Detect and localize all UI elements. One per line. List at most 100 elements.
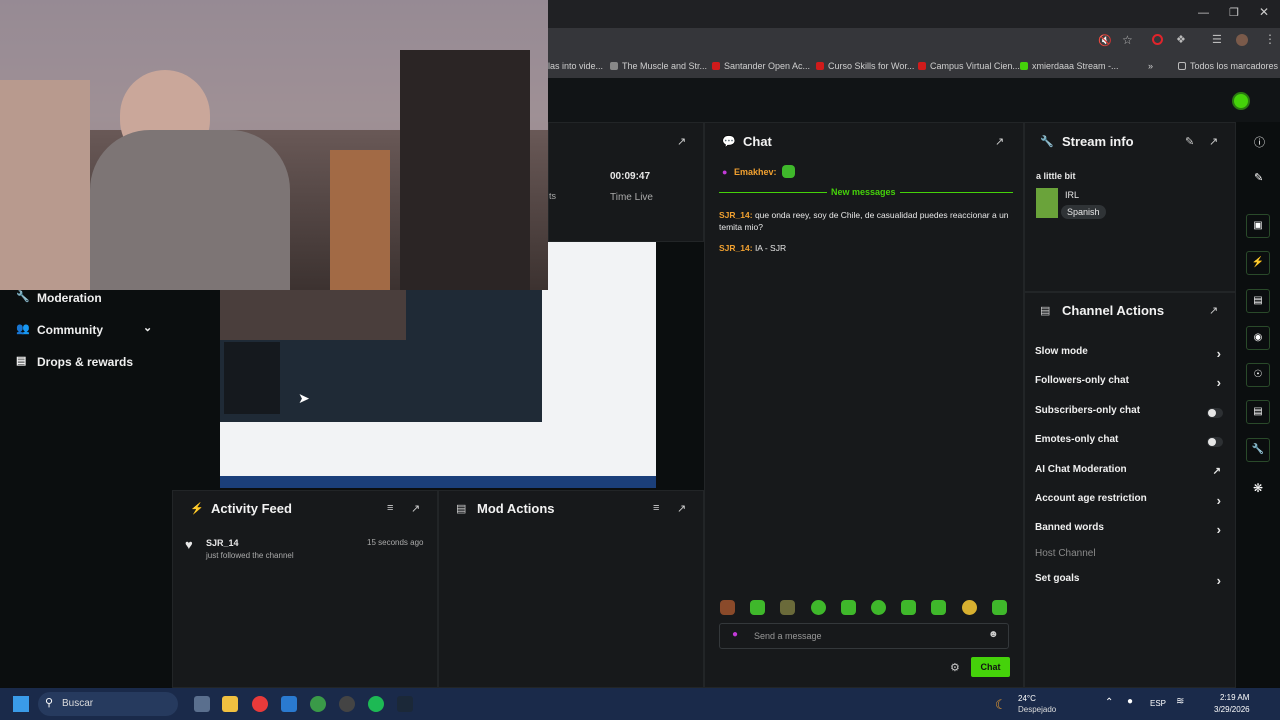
popout-icon[interactable]: ↗ [411, 502, 420, 515]
emote-icon[interactable] [931, 600, 946, 615]
edit-pencil-icon[interactable]: ✎ [1185, 135, 1194, 148]
bookmark-item[interactable]: Curso Skills for Wor... [816, 61, 914, 71]
search-icon: ⚲ [45, 697, 54, 709]
filter-icon[interactable]: ≡ [653, 502, 659, 514]
filter-icon[interactable]: ≡ [387, 502, 393, 514]
action-slow-mode[interactable]: Slow mode › [1035, 346, 1225, 366]
action-account-age[interactable]: Account age restriction › [1035, 493, 1225, 513]
all-bookmarks-link[interactable]: Todos los marcadores [1178, 61, 1278, 71]
language-tag[interactable]: Spanish [1061, 205, 1106, 219]
weather-temp[interactable]: 24°C [1018, 694, 1036, 703]
emote-icon[interactable] [962, 600, 977, 615]
file-explorer-icon[interactable] [222, 696, 238, 712]
layout-icon[interactable]: ▤ [1246, 400, 1270, 424]
document-icon[interactable]: ▤ [1246, 289, 1270, 313]
obs-icon[interactable] [339, 696, 355, 712]
taskview-icon[interactable] [194, 696, 210, 712]
wifi-icon[interactable]: ≋ [1176, 696, 1184, 707]
address-bar[interactable]: 🔇 ☆ ❖ ☰ ⋮ [548, 28, 1280, 56]
vscode-icon[interactable] [281, 696, 297, 712]
emote-icon[interactable] [871, 600, 886, 615]
nested-screen: ➤ [220, 290, 542, 422]
opera-icon[interactable] [1152, 34, 1163, 45]
popout-icon[interactable]: ↗ [677, 502, 686, 515]
sidebar-item-community[interactable]: 👥 Community ⌄ [0, 320, 170, 342]
close-icon[interactable]: ✕ [1259, 5, 1269, 19]
emote-icon[interactable] [720, 600, 735, 615]
chevron-up-icon[interactable]: ⌃ [1105, 697, 1113, 708]
emote-icon[interactable] [841, 600, 856, 615]
chat-title: Chat [743, 134, 772, 149]
popout-icon[interactable]: ↗ [1209, 135, 1218, 148]
chat-input[interactable]: ● Send a message ☻ [719, 623, 1009, 649]
sidebar-item-moderation[interactable]: 🔧 Moderation [0, 288, 170, 310]
clock-time[interactable]: 2:19 AM [1220, 693, 1249, 702]
mute-icon[interactable]: 🔇 [1098, 34, 1112, 47]
user-avatar[interactable] [1232, 92, 1250, 110]
spotify-icon[interactable] [368, 696, 384, 712]
action-followers-only[interactable]: Followers-only chat › [1035, 375, 1225, 395]
clock-date[interactable]: 3/29/2026 [1214, 705, 1250, 714]
broadcast-icon[interactable]: ☉ [1246, 363, 1270, 387]
profile-avatar[interactable] [1236, 34, 1248, 46]
menu-icon[interactable]: ⋮ [1264, 32, 1276, 46]
chat-username[interactable]: SJR_14: [719, 243, 753, 253]
mic-icon[interactable]: ● [732, 629, 738, 640]
action-ai-moderation[interactable]: AI Chat Moderation ↗ [1035, 464, 1225, 484]
taskbar-search[interactable]: ⚲ Buscar [38, 692, 178, 716]
emotes-only-toggle[interactable] [1207, 437, 1223, 447]
emote-icon[interactable] [750, 600, 765, 615]
weather-desc[interactable]: Despejado [1018, 705, 1056, 714]
extensions-icon[interactable]: ❖ [1176, 33, 1186, 46]
category-label[interactable]: IRL [1065, 190, 1079, 200]
language-indicator[interactable]: ESP [1150, 699, 1166, 708]
bookmark-item[interactable]: xmierdaaa Stream -... [1020, 61, 1119, 71]
edit-pencil-icon[interactable]: ✎ [1254, 171, 1263, 184]
windows-start-icon[interactable] [13, 696, 29, 712]
bookmark-item[interactable]: Campus Virtual Cien... [918, 61, 1020, 71]
emoji-icon[interactable]: ☻ [988, 629, 999, 640]
more-bookmarks-icon[interactable]: » [1148, 61, 1153, 71]
reading-list-icon[interactable]: ☰ [1212, 33, 1222, 46]
popout-icon[interactable]: ↗ [1209, 304, 1218, 317]
wrench-icon: 🔧 [1040, 136, 1054, 148]
search-label: Buscar [62, 698, 94, 709]
media-app-icon[interactable] [252, 696, 268, 712]
star-icon[interactable]: ☆ [1122, 33, 1133, 47]
chat-username[interactable]: SJR_14: [719, 210, 753, 220]
screen-icon[interactable]: ▣ [1246, 214, 1270, 238]
popout-icon[interactable]: ↗ [677, 135, 686, 148]
settings-gear-icon[interactable]: ⚙ [950, 661, 960, 674]
emote-icon[interactable] [811, 600, 826, 615]
chrome-icon[interactable] [310, 696, 326, 712]
emote-icon[interactable] [780, 600, 795, 615]
minimize-icon[interactable]: — [1198, 7, 1209, 19]
steam-icon[interactable] [397, 696, 413, 712]
chat-username[interactable]: Emakhev: [734, 167, 777, 177]
bookmark-item[interactable]: The Muscle and Str... [610, 61, 707, 71]
event-action: just followed the channel [206, 551, 294, 560]
emote-icon[interactable] [901, 600, 916, 615]
apps-icon[interactable]: ❋ [1253, 481, 1263, 495]
bookmark-item[interactable]: Santander Open Ac... [712, 61, 810, 71]
subscribers-only-toggle[interactable] [1207, 408, 1223, 418]
bookmark-favicon-icon [1020, 62, 1028, 70]
bookmark-favicon-icon [816, 62, 824, 70]
mic-icon[interactable]: ● [1127, 696, 1133, 707]
bookmark-item[interactable]: las into vide... [548, 61, 603, 71]
lightning-icon[interactable]: ⚡ [1246, 251, 1270, 275]
popout-icon[interactable]: ↗ [995, 135, 1004, 148]
chat-bubble-icon[interactable]: ◉ [1246, 326, 1270, 350]
mod-actions-panel: ▤ Mod Actions ≡ ↗ [438, 490, 704, 688]
emote-icon[interactable] [992, 600, 1007, 615]
dashboard-header [548, 78, 1280, 122]
activity-feed-panel: ⚡ Activity Feed ≡ ↗ ♥ SJR_14 just follow… [172, 490, 438, 688]
chat-send-button[interactable]: Chat [971, 657, 1010, 677]
sidebar-item-drops[interactable]: ▤ Drops & rewards [0, 352, 170, 374]
activity-event[interactable]: ♥ SJR_14 just followed the channel 15 se… [173, 535, 437, 565]
info-icon[interactable]: ⓘ [1254, 134, 1265, 150]
action-set-goals[interactable]: Set goals › [1035, 573, 1225, 593]
restore-icon[interactable]: ❐ [1229, 6, 1239, 19]
action-banned-words[interactable]: Banned words › [1035, 522, 1225, 542]
wrench-icon[interactable]: 🔧 [1246, 438, 1270, 462]
